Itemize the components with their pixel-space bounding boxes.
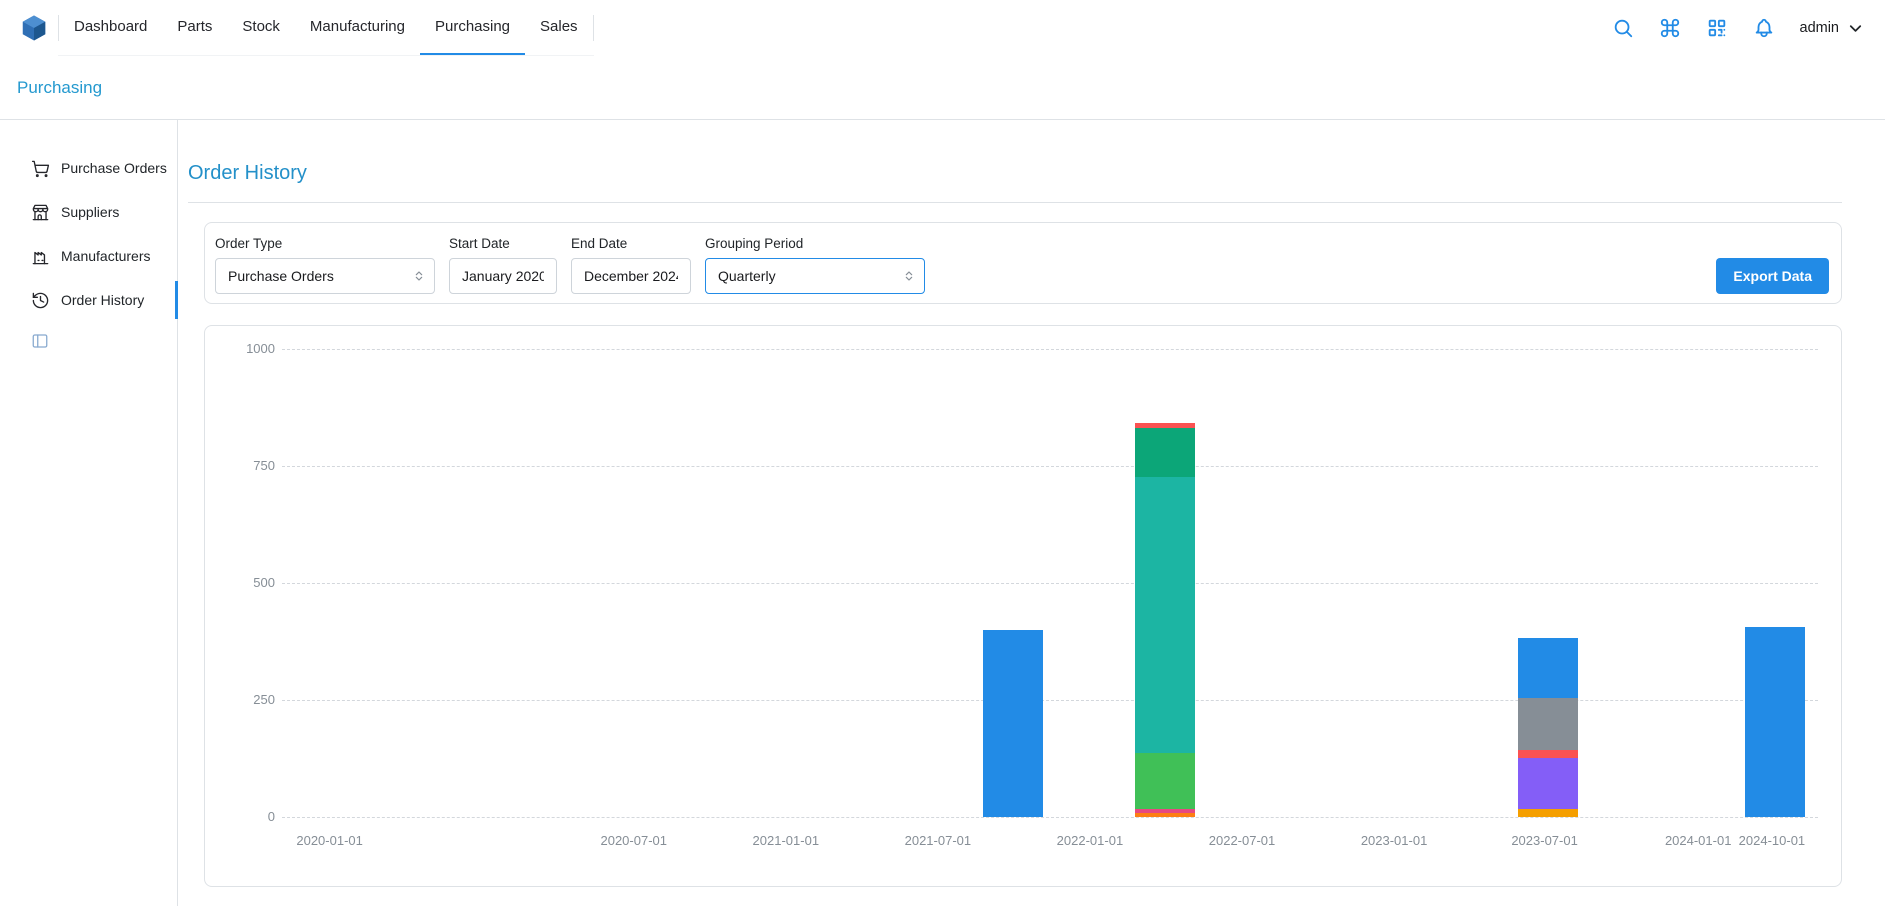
grouping-period-value: Quarterly: [718, 268, 776, 284]
gridline: [282, 466, 1818, 467]
bar-segment-emerald[interactable]: [1135, 428, 1195, 477]
bar-segment-red[interactable]: [1518, 750, 1578, 758]
sidebar-item-suppliers[interactable]: Suppliers: [0, 190, 177, 234]
bar-2023-07-01[interactable]: [1518, 638, 1578, 817]
bar-2022-04-01[interactable]: [1135, 423, 1195, 817]
bar-segment-orange[interactable]: [1135, 813, 1195, 817]
sidebar-item-order-history[interactable]: Order History: [0, 278, 177, 322]
bar-segment-violet[interactable]: [1518, 758, 1578, 809]
sidebar-item-purchase-orders[interactable]: Purchase Orders: [0, 146, 177, 190]
bar-segment-yellow[interactable]: [1518, 809, 1578, 817]
x-axis-label: 2024-01-01: [1665, 833, 1732, 848]
breadcrumb[interactable]: Purchasing: [17, 78, 102, 98]
sidebar: Purchase Orders Suppliers Manufacturers …: [0, 120, 178, 906]
factory-icon: [31, 247, 50, 266]
sidebar-item-label: Suppliers: [61, 204, 119, 220]
command-icon[interactable]: [1659, 17, 1681, 39]
tab-dashboard[interactable]: Dashboard: [59, 0, 162, 55]
gridline: [282, 349, 1818, 350]
top-header: Dashboard Parts Stock Manufacturing Purc…: [0, 0, 1885, 56]
breadcrumb-bar: Purchasing: [0, 56, 1885, 120]
search-icon[interactable]: [1612, 17, 1634, 39]
y-axis-label: 750: [253, 458, 275, 473]
tab-purchasing[interactable]: Purchasing: [420, 0, 525, 55]
start-date-label: Start Date: [449, 236, 557, 252]
bell-icon[interactable]: [1753, 17, 1775, 39]
order-type-label: Order Type: [215, 236, 435, 252]
end-date-group: End Date: [571, 236, 691, 303]
user-menu[interactable]: admin: [1800, 19, 1866, 38]
main-nav-tabs: Dashboard Parts Stock Manufacturing Purc…: [58, 0, 594, 56]
x-axis-label: 2023-01-01: [1361, 833, 1428, 848]
tab-parts[interactable]: Parts: [162, 0, 227, 55]
qr-code-icon[interactable]: [1706, 17, 1728, 39]
app-logo-icon[interactable]: [18, 12, 50, 44]
header-actions: admin: [1612, 0, 1866, 56]
x-axis-label: 2021-07-01: [905, 833, 972, 848]
x-axis-label: 2024-10-01: [1739, 833, 1806, 848]
username: admin: [1800, 20, 1840, 36]
y-axis: 02505007501000: [205, 326, 275, 817]
tab-manufacturing[interactable]: Manufacturing: [295, 0, 420, 55]
bar-2024-10-01[interactable]: [1745, 627, 1805, 817]
sidebar-item-manufacturers[interactable]: Manufacturers: [0, 234, 177, 278]
bar-segment-blue[interactable]: [983, 630, 1043, 817]
end-date-input[interactable]: [571, 258, 691, 294]
bar-segment-blue[interactable]: [1518, 638, 1578, 698]
sidebar-item-label: Manufacturers: [61, 248, 150, 264]
x-axis-label: 2023-07-01: [1511, 833, 1578, 848]
bar-segment-teal[interactable]: [1135, 477, 1195, 753]
bar-segment-blue[interactable]: [1745, 627, 1805, 817]
main-content: Order History Order Type Purchase Orders…: [178, 120, 1885, 906]
section-divider: [188, 202, 1842, 203]
bar-segment-gray[interactable]: [1518, 698, 1578, 749]
y-axis-label: 0: [268, 809, 275, 824]
export-data-button[interactable]: Export Data: [1716, 258, 1829, 294]
sidebar-item-label: Order History: [61, 292, 144, 308]
grouping-period-group: Grouping Period Quarterly: [705, 236, 925, 303]
end-date-label: End Date: [571, 236, 691, 252]
chart-plot-area: 2020-01-012020-07-012021-01-012021-07-01…: [282, 326, 1818, 817]
gridline: [282, 817, 1818, 818]
selector-chevrons-icon: [901, 268, 917, 284]
order-type-group: Order Type Purchase Orders: [215, 236, 435, 303]
tab-sales[interactable]: Sales: [525, 0, 593, 55]
x-axis-label: 2021-01-01: [753, 833, 820, 848]
tab-separator: [593, 15, 594, 41]
storefront-icon: [31, 203, 50, 222]
bar-2021-10-01[interactable]: [983, 630, 1043, 817]
x-axis-label: 2020-01-01: [296, 833, 363, 848]
grouping-period-select[interactable]: Quarterly: [705, 258, 925, 294]
y-axis-label: 500: [253, 575, 275, 590]
tab-stock[interactable]: Stock: [227, 0, 295, 55]
start-date-group: Start Date: [449, 236, 557, 303]
x-axis-label: 2020-07-01: [600, 833, 667, 848]
gridline: [282, 583, 1818, 584]
x-axis-label: 2022-01-01: [1057, 833, 1124, 848]
sidebar-collapse-icon[interactable]: [31, 332, 49, 350]
shopping-cart-icon: [31, 159, 50, 178]
y-axis-label: 250: [253, 692, 275, 707]
page-title: Order History: [188, 162, 1842, 185]
order-history-chart: 02505007501000 2020-01-012020-07-012021-…: [204, 325, 1842, 887]
history-clock-icon: [31, 291, 50, 310]
sidebar-item-label: Purchase Orders: [61, 160, 167, 176]
gridline: [282, 700, 1818, 701]
order-type-select[interactable]: Purchase Orders: [215, 258, 435, 294]
bar-segment-green[interactable]: [1135, 753, 1195, 808]
grouping-period-label: Grouping Period: [705, 236, 925, 252]
x-axis-label: 2022-07-01: [1209, 833, 1276, 848]
order-type-value: Purchase Orders: [228, 268, 334, 284]
start-date-input[interactable]: [449, 258, 557, 294]
y-axis-label: 1000: [246, 341, 275, 356]
filter-panel: Order Type Purchase Orders Start Date En…: [204, 222, 1842, 304]
chevron-down-icon: [1846, 19, 1865, 38]
selector-chevrons-icon: [411, 268, 427, 284]
